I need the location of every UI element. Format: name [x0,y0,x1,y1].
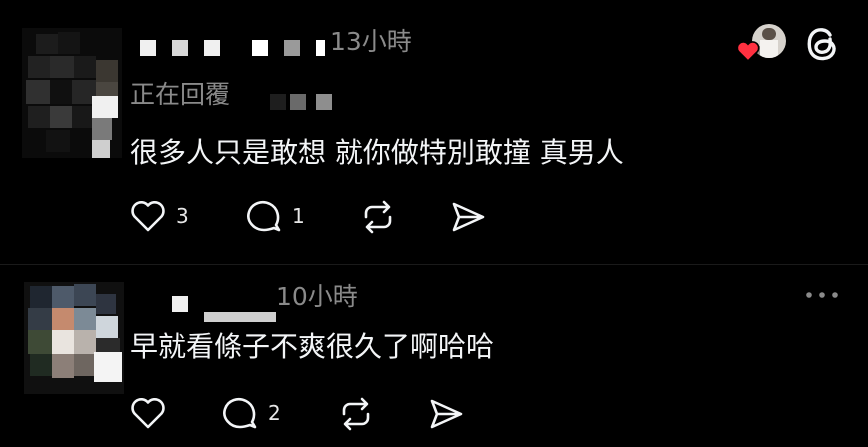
like-button[interactable] [130,396,170,432]
repost-icon [342,397,370,431]
comment-icon [223,397,257,429]
reply-text: 早就看條子不爽很久了啊哈哈 [130,330,495,363]
username-redacted[interactable] [170,292,280,326]
send-icon [430,399,463,429]
heart-outline-icon [131,398,165,429]
replying-target-redacted[interactable] [270,92,340,110]
share-button[interactable] [428,396,464,432]
repost-button[interactable] [360,199,396,235]
avatar[interactable] [22,28,122,158]
more-horizontal-icon [806,292,838,298]
timestamp: 13小時 [330,27,412,56]
divider [0,264,868,265]
heart-icon [736,41,760,63]
like-count: 3 [176,204,189,228]
username-redacted[interactable] [140,38,330,56]
comment-icon [247,200,281,232]
more-options-button[interactable] [804,286,840,306]
like-button[interactable]: 3 [130,199,200,235]
timestamp: 10小時 [276,282,358,311]
liked-by-author-badge [736,24,788,63]
threads-logo-icon[interactable] [805,25,839,63]
comment-count: 1 [292,204,305,228]
repost-button[interactable] [338,396,374,432]
replying-label: 正在回覆 [130,80,231,109]
comment-button[interactable]: 2 [222,396,292,432]
heart-outline-icon [131,201,165,232]
reply-text: 很多人只是敢想 就你做特別敢撞 真男人 [130,136,624,169]
avatar[interactable] [24,282,124,394]
comment-count: 2 [268,401,281,425]
repost-icon [364,200,392,234]
comment-button[interactable]: 1 [246,199,316,235]
send-icon [452,202,485,232]
share-button[interactable] [450,199,486,235]
